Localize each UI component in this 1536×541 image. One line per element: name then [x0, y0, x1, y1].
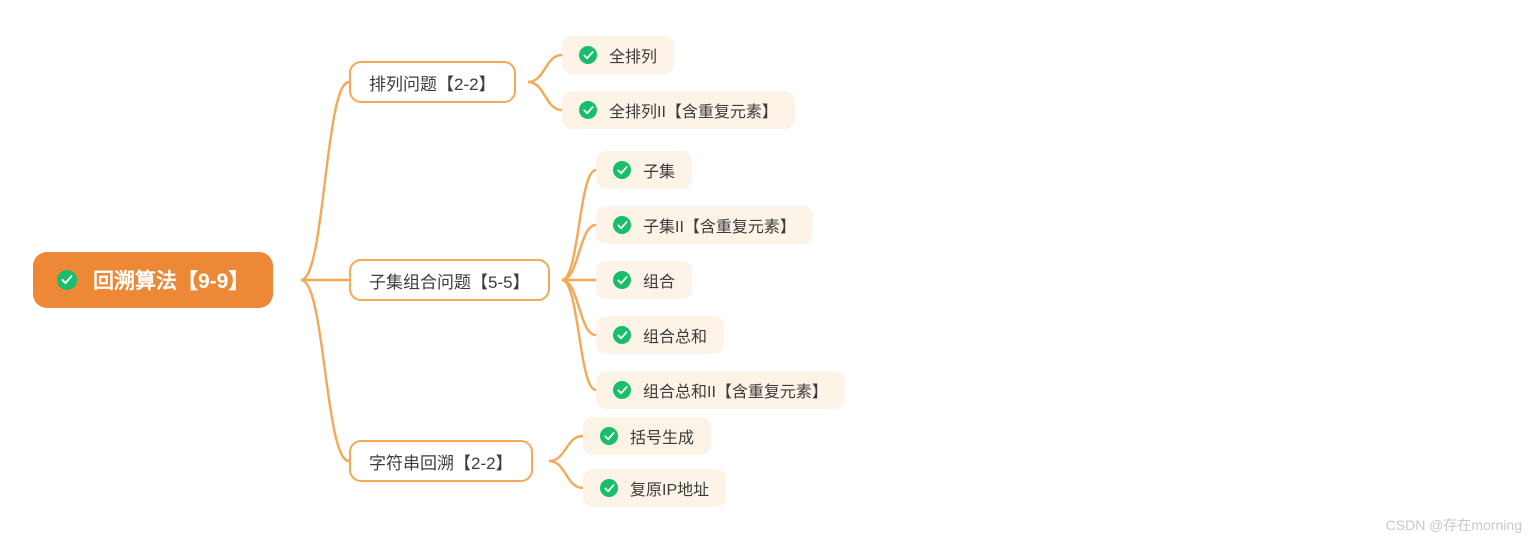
- leaf-combination-sum[interactable]: 组合总和: [596, 316, 724, 354]
- check-icon: [613, 161, 631, 179]
- check-icon: [579, 46, 597, 64]
- check-icon: [613, 381, 631, 399]
- leaf-subset[interactable]: 子集: [596, 151, 692, 189]
- watermark: CSDN @存在morning: [1386, 515, 1522, 535]
- check-icon: [600, 479, 618, 497]
- check-icon: [613, 271, 631, 289]
- branch-label: 字符串回溯【2-2】: [369, 449, 513, 474]
- leaf-restore-ip[interactable]: 复原IP地址: [583, 469, 726, 507]
- leaf-label: 组合: [643, 268, 675, 292]
- check-icon: [600, 427, 618, 445]
- leaf-label: 括号生成: [630, 424, 694, 448]
- leaf-label: 组合总和: [643, 323, 707, 347]
- leaf-full-permutation[interactable]: 全排列: [562, 36, 674, 74]
- root-node[interactable]: 回溯算法【9-9】: [33, 252, 273, 308]
- branch-subset-combination[interactable]: 子集组合问题【5-5】: [349, 259, 550, 301]
- root-label: 回溯算法【9-9】: [93, 265, 249, 295]
- leaf-label: 全排列II【含重复元素】: [609, 98, 778, 122]
- leaf-label: 子集II【含重复元素】: [643, 213, 796, 237]
- check-icon: [57, 270, 77, 290]
- check-icon: [579, 101, 597, 119]
- branch-permutation[interactable]: 排列问题【2-2】: [349, 61, 516, 103]
- leaf-combination[interactable]: 组合: [596, 261, 692, 299]
- branch-string-backtrack[interactable]: 字符串回溯【2-2】: [349, 440, 533, 482]
- leaf-subset-ii[interactable]: 子集II【含重复元素】: [596, 206, 813, 244]
- check-icon: [613, 216, 631, 234]
- leaf-label: 子集: [643, 158, 675, 182]
- leaf-generate-parentheses[interactable]: 括号生成: [583, 417, 711, 455]
- leaf-full-permutation-ii[interactable]: 全排列II【含重复元素】: [562, 91, 795, 129]
- leaf-label: 复原IP地址: [630, 476, 709, 500]
- leaf-label: 全排列: [609, 43, 657, 67]
- check-icon: [613, 326, 631, 344]
- branch-label: 子集组合问题【5-5】: [369, 268, 530, 293]
- leaf-label: 组合总和II【含重复元素】: [643, 378, 828, 402]
- leaf-combination-sum-ii[interactable]: 组合总和II【含重复元素】: [596, 371, 845, 409]
- branch-label: 排列问题【2-2】: [369, 70, 496, 95]
